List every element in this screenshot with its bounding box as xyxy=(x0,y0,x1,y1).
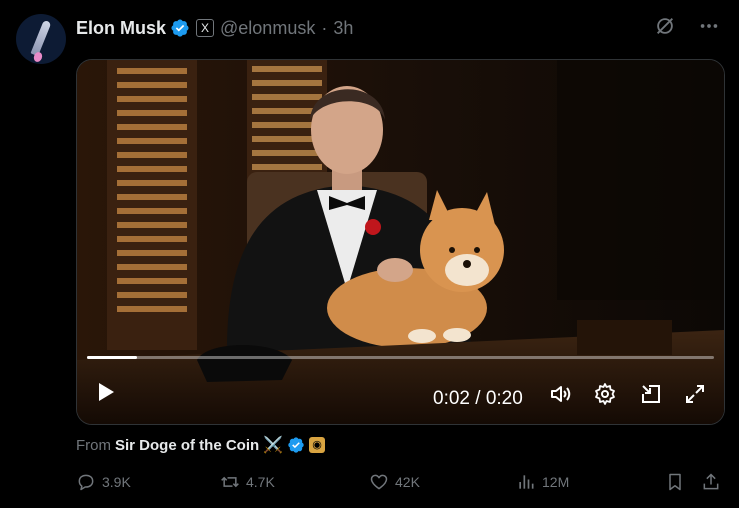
timestamp[interactable]: 3h xyxy=(333,18,353,39)
rocket-icon xyxy=(30,19,52,57)
swords-icon: ⚔️ xyxy=(263,437,284,454)
attribution-prefix: From xyxy=(76,436,111,454)
more-options-icon[interactable] xyxy=(697,14,721,38)
bookmark-icon xyxy=(669,473,681,491)
video-player[interactable]: 0:02 / 0:20 xyxy=(76,59,725,425)
picture-in-picture-icon[interactable] xyxy=(639,382,663,406)
video-time: 0:02 / 0:20 xyxy=(433,388,523,409)
share-icon xyxy=(703,473,719,490)
video-attribution: From Sir Doge of the Coin ⚔️ ◉ xyxy=(76,435,326,455)
views-chart-icon xyxy=(519,475,534,489)
grok-icon[interactable] xyxy=(653,14,677,38)
author-name[interactable]: Elon Musk xyxy=(76,18,166,39)
video-controls: 0:02 / 0:20 xyxy=(77,364,724,424)
reply-count: 3.9K xyxy=(102,474,131,490)
repost-count: 4.7K xyxy=(246,474,275,490)
view-count: 12M xyxy=(542,474,570,490)
like-count: 42K xyxy=(395,474,420,490)
tweet-header: Elon Musk X @elonmusk · 3h xyxy=(76,14,353,42)
avatar[interactable] xyxy=(16,14,66,64)
play-icon[interactable] xyxy=(93,380,117,404)
bookmark-button[interactable] xyxy=(665,472,685,492)
like-button[interactable]: 42K xyxy=(369,472,420,492)
verified-badge-icon[interactable] xyxy=(170,18,190,38)
top-actions xyxy=(653,14,721,38)
author-handle[interactable]: @elonmusk xyxy=(220,18,315,39)
volume-icon[interactable] xyxy=(549,382,573,406)
repost-icon xyxy=(221,476,239,488)
reply-icon xyxy=(78,474,94,491)
repost-button[interactable]: 4.7K xyxy=(220,472,275,492)
attribution-source[interactable]: Sir Doge of the Coin xyxy=(115,437,259,454)
video-progress-bar[interactable] xyxy=(87,356,714,359)
verified-badge-icon[interactable] xyxy=(287,436,305,454)
reply-button[interactable]: 3.9K xyxy=(76,472,131,492)
affiliate-x-badge[interactable]: X xyxy=(196,19,215,37)
share-button[interactable] xyxy=(701,472,721,492)
fullscreen-icon[interactable] xyxy=(683,382,707,406)
separator-dot: · xyxy=(321,17,328,38)
views-button[interactable]: 12M xyxy=(516,472,569,492)
video-progress-fill xyxy=(87,356,138,359)
tweet-actions: 3.9K 4.7K 42K 12M xyxy=(76,472,723,496)
affiliate-badge-icon[interactable]: ◉ xyxy=(309,437,326,453)
settings-gear-icon[interactable] xyxy=(593,382,617,406)
heart-icon xyxy=(370,474,388,490)
